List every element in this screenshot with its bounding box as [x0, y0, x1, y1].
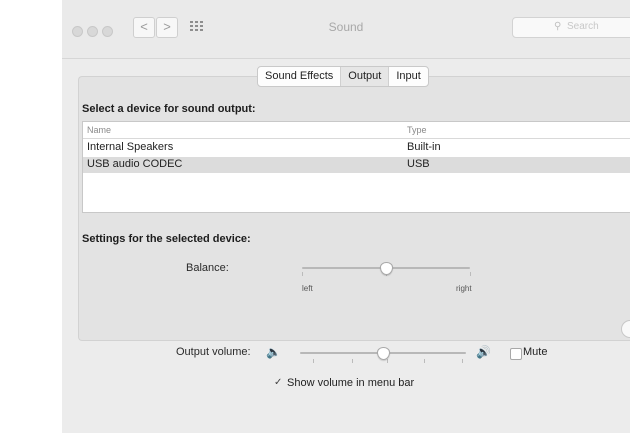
device-type: Built-in: [407, 141, 441, 153]
show-in-menu-bar-checkbox[interactable]: ✓: [274, 377, 282, 388]
device-type: USB: [407, 158, 430, 170]
tab-sound-effects[interactable]: Sound Effects: [258, 67, 340, 86]
output-volume-label: Output volume:: [176, 346, 251, 358]
device-table[interactable]: Name Type Internal Speakers Built-in USB…: [82, 121, 630, 213]
mute-label: Mute: [523, 346, 548, 358]
show-in-menu-bar-label: Show volume in menu bar: [287, 377, 415, 389]
mute-checkbox[interactable]: [510, 348, 522, 360]
search-placeholder: Search: [567, 21, 599, 32]
table-row[interactable]: Internal Speakers Built-in: [83, 140, 630, 156]
table-row[interactable]: USB audio CODEC USB: [83, 157, 630, 173]
sound-preferences-window: < > Sound ⚲ Search Sound Effects Output …: [62, 0, 630, 433]
column-header-type[interactable]: Type: [407, 125, 427, 135]
balance-label: Balance:: [186, 262, 229, 274]
output-volume-slider-knob[interactable]: [377, 347, 390, 360]
device-name: USB audio CODEC: [87, 158, 183, 170]
speaker-low-icon: 🔈: [266, 345, 281, 359]
device-name: Internal Speakers: [87, 141, 174, 153]
device-section-heading: Select a device for sound output:: [82, 103, 256, 115]
balance-left-label: left: [302, 284, 313, 293]
column-header-name[interactable]: Name: [87, 125, 111, 135]
tab-bar: Sound Effects Output Input: [257, 66, 429, 87]
tab-input[interactable]: Input: [388, 67, 427, 86]
title-bar: < > Sound ⚲ Search: [62, 0, 630, 59]
search-field[interactable]: ⚲ Search: [512, 17, 630, 38]
search-icon: ⚲: [554, 21, 562, 32]
table-header: Name Type: [83, 122, 630, 139]
speaker-high-icon: 🔊: [476, 345, 491, 359]
balance-right-label: right: [456, 284, 472, 293]
tab-output[interactable]: Output: [340, 67, 389, 86]
settings-section-heading: Settings for the selected device:: [82, 233, 251, 245]
